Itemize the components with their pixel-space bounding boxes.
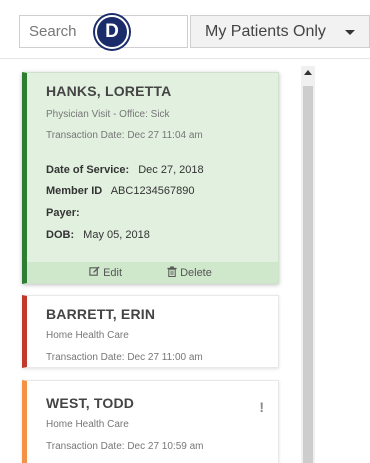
edit-button[interactable]: Edit bbox=[89, 266, 122, 279]
card-actions: Edit Delete bbox=[27, 262, 278, 283]
scroll-up-arrow-icon[interactable] bbox=[304, 70, 312, 75]
visit-type: Home Health Care bbox=[46, 330, 129, 341]
payer-label: Payer: bbox=[46, 207, 80, 219]
patient-name: HANKS, LORETTA bbox=[46, 83, 172, 99]
visit-type: Physician Visit - Office: Sick bbox=[46, 109, 170, 120]
member-id-value: ABC1234567890 bbox=[110, 185, 195, 197]
edit-icon bbox=[89, 266, 100, 276]
scroll-thumb[interactable] bbox=[303, 86, 313, 463]
date-of-service-value: Dec 27, 2018 bbox=[138, 164, 204, 176]
patient-filter-dropdown[interactable]: My Patients Only bbox=[190, 15, 370, 48]
patient-card[interactable]: WEST, TODD ! Home Health Care Transactio… bbox=[22, 380, 279, 463]
scrollbar[interactable] bbox=[301, 66, 315, 463]
dob-value: May 05, 2018 bbox=[83, 229, 150, 241]
patient-card[interactable]: BARRETT, ERIN Home Health Care Transacti… bbox=[22, 295, 279, 368]
step-badge: D bbox=[95, 15, 129, 49]
delete-label: Delete bbox=[180, 267, 212, 279]
delete-button[interactable]: Delete bbox=[167, 266, 212, 279]
toolbar: D My Patients Only bbox=[0, 0, 370, 60]
trash-icon bbox=[167, 266, 177, 278]
divider bbox=[0, 58, 370, 59]
patient-filter-value: My Patients Only bbox=[205, 23, 326, 40]
edit-label: Edit bbox=[103, 267, 123, 279]
date-of-service: Date of Service: Dec 27, 2018 bbox=[46, 164, 204, 176]
date-of-service-label: Date of Service: bbox=[46, 164, 130, 176]
dob: DOB: May 05, 2018 bbox=[46, 229, 150, 241]
member-id: Member ID ABC1234567890 bbox=[46, 185, 195, 197]
patient-name: WEST, TODD bbox=[46, 395, 135, 411]
patient-card[interactable]: HANKS, LORETTA Physician Visit - Office:… bbox=[22, 72, 279, 284]
member-id-label: Member ID bbox=[46, 185, 103, 197]
transaction-date: Transaction Date: Dec 27 10:59 am bbox=[46, 441, 204, 452]
patient-list: HANKS, LORETTA Physician Visit - Office:… bbox=[16, 66, 316, 463]
transaction-date: Transaction Date: Dec 27 11:04 am bbox=[46, 130, 203, 141]
transaction-date: Transaction Date: Dec 27 11:00 am bbox=[46, 352, 203, 363]
caret-down-icon bbox=[345, 30, 355, 35]
patient-name: BARRETT, ERIN bbox=[46, 306, 156, 322]
payer: Payer: bbox=[46, 207, 86, 219]
alert-icon: ! bbox=[259, 399, 264, 415]
visit-type: Home Health Care bbox=[46, 419, 129, 430]
dob-label: DOB: bbox=[46, 229, 75, 241]
